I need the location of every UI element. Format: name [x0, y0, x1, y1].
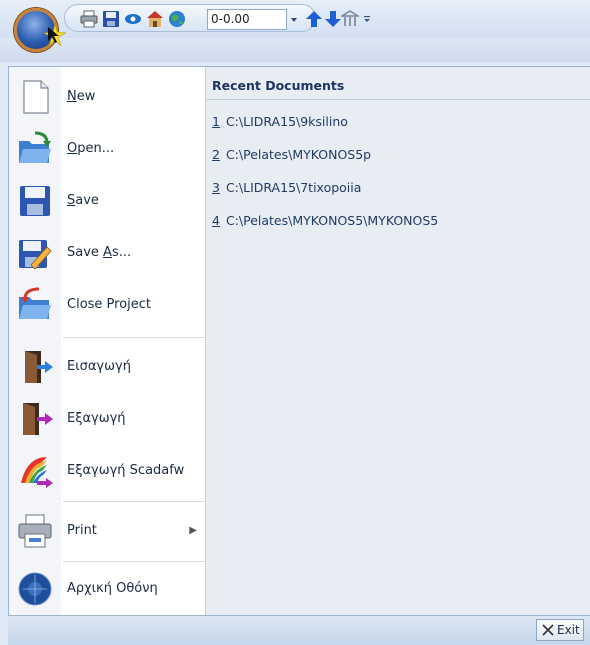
- menu-item-label: O: [67, 141, 78, 156]
- recent-index: 4: [212, 213, 220, 228]
- house-icon[interactable]: [146, 10, 164, 28]
- building-icon[interactable]: [341, 10, 359, 28]
- recent-documents-title: Recent Documents: [212, 78, 345, 93]
- recent-path: C:\LIDRA15\9ksilino: [225, 114, 348, 129]
- menu-item-label: A: [103, 245, 112, 260]
- menu-item-close-project[interactable]: Close Project: [9, 279, 205, 331]
- menu-footer: Exit: [8, 616, 590, 645]
- menu-item-label: Εξαγωγή Scadafw: [67, 463, 185, 478]
- menu-item-label: N: [67, 89, 77, 104]
- recent-document-4[interactable]: 4 C:\Pelates\MYKONOS5\MYKONOS5: [212, 213, 438, 228]
- save-icon[interactable]: [102, 10, 120, 28]
- recent-document-3[interactable]: 3 C:\LIDRA15\7tixopoiia: [212, 180, 361, 195]
- printer-icon: [18, 514, 52, 548]
- submenu-arrow-icon: ▶: [189, 525, 197, 536]
- recent-path: C:\Pelates\MYKONOS5p: [225, 147, 372, 162]
- menu-item-home-screen[interactable]: Αρχική Οθόνη: [9, 563, 205, 615]
- menu-item-save-as[interactable]: Save As...: [9, 227, 205, 279]
- menu-item-label: ave: [75, 193, 99, 208]
- recent-index: 1: [212, 114, 220, 129]
- open-folder-icon: [19, 131, 51, 163]
- menu-commands: New Open... Save Save As... Close Projec…: [9, 67, 205, 615]
- view-icon[interactable]: [124, 10, 142, 28]
- menu-item-export-scadafw[interactable]: Εξαγωγή Scadafw: [9, 445, 205, 497]
- export-scada-icon: [21, 457, 53, 488]
- arrow-down-icon[interactable]: [324, 10, 342, 28]
- recent-index: 2: [212, 147, 220, 162]
- cursor-star-icon: [44, 24, 66, 46]
- menu-item-label: Close Project: [67, 297, 152, 312]
- divider: [206, 99, 590, 100]
- new-document-icon: [23, 80, 49, 114]
- recent-document-2[interactable]: 2 C:\Pelates\MYKONOS5p: [212, 147, 371, 162]
- print-icon[interactable]: [80, 10, 98, 28]
- floppy-icon: [20, 186, 50, 216]
- menu-item-label: ew: [76, 89, 96, 104]
- menu-item-label: Εισαγωγή: [67, 359, 131, 374]
- quick-access-toolbar: 0-0.00: [0, 0, 590, 38]
- recent-path: C:\LIDRA15\7tixopoiia: [225, 180, 362, 195]
- menu-item-label: s...: [111, 245, 132, 260]
- menu-separator: [63, 337, 205, 338]
- arrow-up-icon[interactable]: [305, 10, 323, 28]
- menu-item-print[interactable]: Print ▶: [9, 505, 205, 557]
- application-menu: New Open... Save Save As... Close Projec…: [8, 66, 590, 616]
- recent-document-1[interactable]: 1 C:\LIDRA15\9ksilino: [212, 114, 348, 129]
- recent-index: 3: [212, 180, 220, 195]
- application-window: 0-0.00 New Open... Save Save As... Close…: [0, 0, 590, 645]
- menu-item-save[interactable]: Save: [9, 175, 205, 227]
- customize-icon[interactable]: [362, 12, 372, 26]
- menu-item-label: Save: [67, 245, 104, 260]
- globe-icon[interactable]: [168, 10, 186, 28]
- exit-label: Exit: [557, 623, 580, 637]
- menu-item-open[interactable]: Open...: [9, 123, 205, 175]
- menu-item-label: Εξαγωγή: [67, 411, 126, 426]
- save-as-icon: [19, 240, 52, 270]
- menu-item-label: Print: [67, 523, 97, 538]
- ribbon-strip: [0, 38, 590, 62]
- close-project-icon: [19, 287, 51, 319]
- exit-button[interactable]: Exit: [536, 619, 584, 641]
- menu-item-new[interactable]: New: [9, 71, 205, 123]
- menu-item-label: Αρχική Οθόνη: [67, 581, 158, 596]
- recent-documents-panel: Recent Documents 1 C:\LIDRA15\9ksilino 2C…: [205, 67, 590, 615]
- menu-item-export[interactable]: Εξαγωγή: [9, 393, 205, 445]
- menu-separator: [63, 561, 205, 562]
- recent-path: C:\Pelates\MYKONOS5\MYKONOS5: [225, 213, 439, 228]
- menu-separator: [63, 501, 205, 502]
- menu-item-label: pen...: [77, 141, 115, 156]
- chevron-down-icon[interactable]: [287, 9, 301, 30]
- menu-item-import[interactable]: Εισαγωγή: [9, 341, 205, 393]
- close-icon: [542, 624, 554, 636]
- export-door-icon: [23, 403, 53, 435]
- import-door-icon: [25, 351, 53, 383]
- home-globe-icon: [18, 572, 52, 606]
- elevation-field[interactable]: 0-0.00: [207, 9, 287, 30]
